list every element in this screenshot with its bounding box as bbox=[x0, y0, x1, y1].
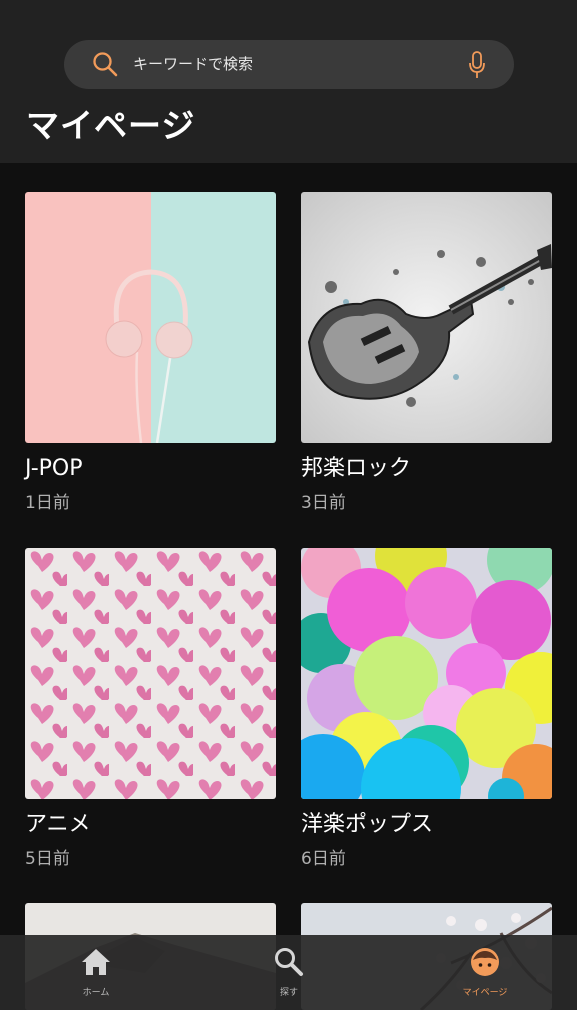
guitar-image bbox=[301, 192, 552, 443]
search-icon bbox=[275, 948, 303, 976]
tab-search[interactable]: 探す bbox=[229, 935, 349, 1010]
search-bar[interactable]: キーワードで検索 bbox=[64, 40, 514, 89]
playlist-grid: J-POP 1日前 邦楽ロック 3日前 アニメ 5日前 洋楽ポップス 6日前 bbox=[0, 163, 577, 1010]
playlist-card-pops[interactable]: 洋楽ポップス 6日前 bbox=[301, 548, 552, 878]
playlist-card-anime[interactable]: アニメ 5日前 bbox=[25, 548, 276, 878]
playlist-date: 1日前 bbox=[25, 493, 70, 513]
playlist-card-rock[interactable]: 邦楽ロック 3日前 bbox=[301, 192, 552, 522]
playlist-thumbnail[interactable] bbox=[25, 548, 276, 799]
playlist-date: 5日前 bbox=[25, 849, 70, 869]
search-icon bbox=[93, 52, 118, 77]
bottom-tab-bar: ホーム 探す マイページ bbox=[0, 935, 577, 1010]
balloons-image bbox=[301, 548, 552, 799]
tab-mypage[interactable]: マイページ bbox=[425, 935, 545, 1010]
tab-label: ホーム bbox=[82, 988, 110, 998]
tab-home[interactable]: ホーム bbox=[36, 935, 156, 1010]
headphones-image bbox=[25, 192, 276, 443]
app-header: キーワードで検索 マイページ bbox=[0, 0, 577, 163]
playlist-title: 邦楽ロック bbox=[301, 456, 412, 481]
playlist-date: 6日前 bbox=[301, 849, 346, 869]
playlist-title: 洋楽ポップス bbox=[301, 812, 434, 837]
microphone-icon[interactable] bbox=[468, 51, 486, 79]
playlist-title: J-POP bbox=[25, 456, 83, 481]
search-placeholder[interactable]: キーワードで検索 bbox=[133, 54, 253, 74]
playlist-title: アニメ bbox=[25, 812, 91, 837]
hearts-pattern-image bbox=[25, 548, 276, 799]
playlist-card-jpop[interactable]: J-POP 1日前 bbox=[25, 192, 276, 522]
tab-label: マイページ bbox=[462, 988, 508, 998]
playlist-date: 3日前 bbox=[301, 493, 346, 513]
playlist-thumbnail[interactable] bbox=[301, 548, 552, 799]
page-title: マイページ bbox=[26, 106, 196, 145]
home-icon bbox=[82, 949, 110, 975]
tab-label: 探す bbox=[279, 988, 298, 998]
playlist-thumbnail[interactable] bbox=[301, 192, 552, 443]
playlist-thumbnail[interactable] bbox=[25, 192, 276, 443]
user-face-icon bbox=[471, 948, 499, 976]
